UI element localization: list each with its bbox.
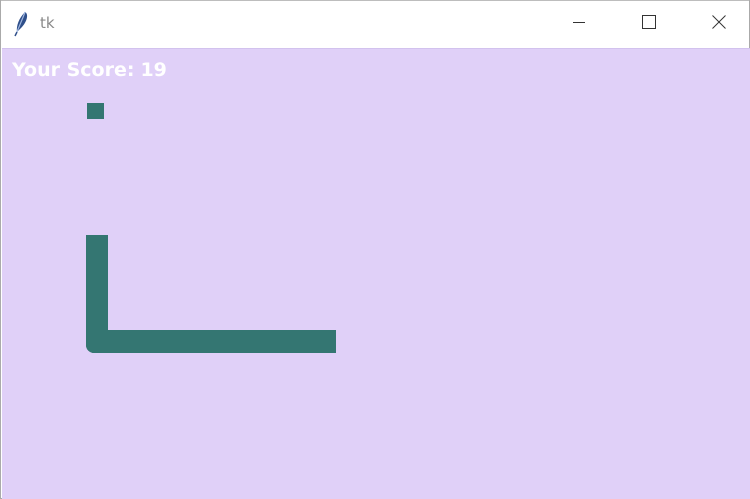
maximize-icon: [642, 14, 656, 34]
food-pellet: [87, 103, 104, 119]
close-button[interactable]: [684, 1, 750, 47]
app-window: tk Your Score: 19: [0, 0, 750, 499]
maximize-button[interactable]: [614, 1, 684, 47]
score-value: 19: [140, 59, 167, 81]
score-display: Your Score: 19: [12, 59, 167, 81]
score-label: Your Score:: [12, 59, 135, 81]
title-bar[interactable]: tk: [1, 0, 749, 47]
feather-icon: [11, 10, 31, 38]
minimize-button[interactable]: [544, 1, 614, 47]
close-icon: [712, 14, 726, 34]
window-title: tk: [40, 14, 55, 32]
snake-body-horizontal: [86, 330, 336, 353]
minimize-icon: [572, 15, 586, 34]
game-canvas[interactable]: Your Score: 19: [2, 48, 750, 499]
